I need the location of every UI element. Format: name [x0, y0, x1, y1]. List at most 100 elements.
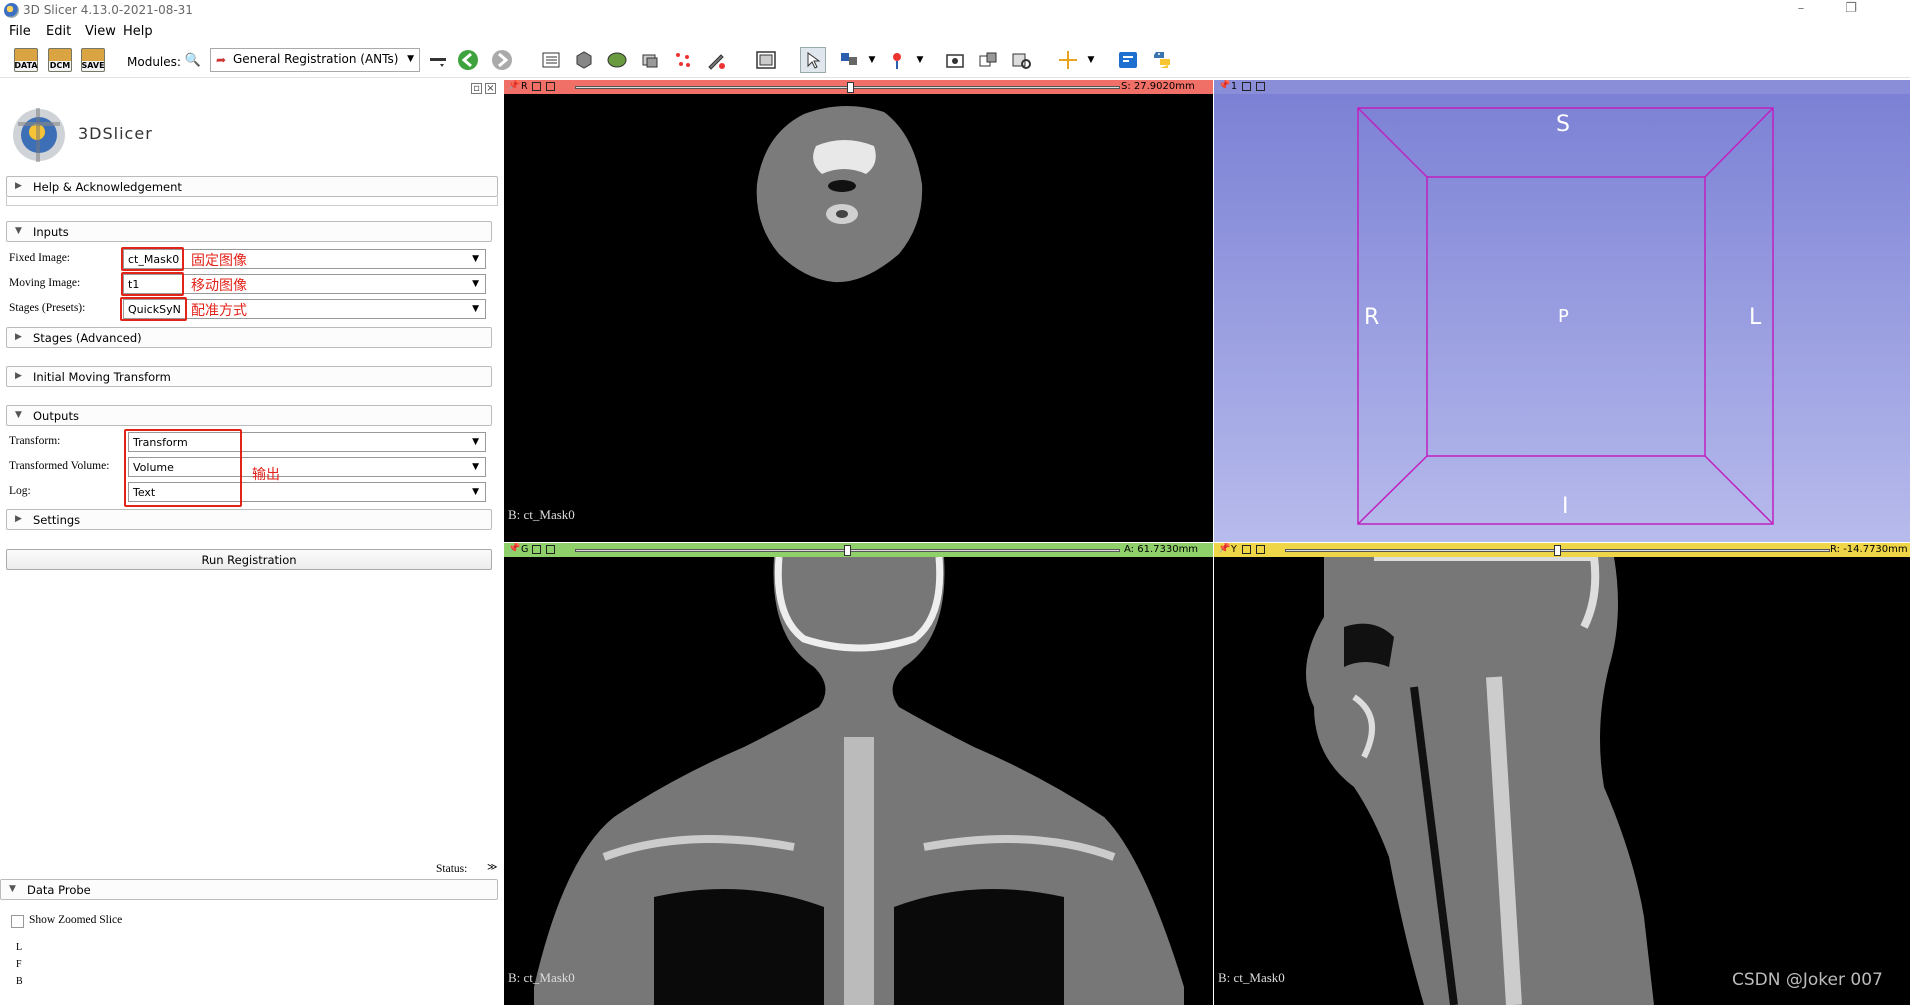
chevron-right-icon: ▶: [15, 371, 22, 381]
red-slice-offset: S: 27.9020mm: [1121, 81, 1195, 92]
initial-transform-section[interactable]: ▶ Initial Moving Transform: [6, 366, 492, 387]
extension-manager-icon[interactable]: [1115, 47, 1141, 73]
yellow-slice-offset: R: -14.7730mm: [1830, 544, 1908, 555]
chevron-down-icon: ▼: [15, 410, 22, 420]
status-label: Status:: [436, 863, 468, 875]
back-arrow-icon[interactable]: [455, 47, 481, 73]
yellow-slice-view[interactable]: 📌 Y R: -14.7730mm B: ct_Mask0 CSDN @Joke…: [1214, 543, 1910, 1005]
slicer-logo: [13, 108, 65, 162]
extension-icon[interactable]: [1008, 47, 1034, 73]
probe-row-f: F: [16, 959, 22, 970]
restore-button[interactable]: ❐: [1836, 1, 1866, 16]
help-section-body: [6, 197, 498, 206]
chevron-down-icon: ▼: [407, 54, 414, 64]
layout-icon[interactable]: [753, 47, 779, 73]
green-slice-offset: A: 61.7330mm: [1124, 544, 1199, 555]
pin-icon[interactable]: 📌: [508, 80, 520, 91]
sagittal-ct-image: [1306, 557, 1654, 1005]
python-console-icon[interactable]: [1149, 47, 1175, 73]
help-section[interactable]: ▶ Help & Acknowledgement: [6, 176, 498, 197]
menu-view[interactable]: View: [85, 24, 116, 39]
view-options-icon[interactable]: [546, 82, 555, 91]
editor-module-icon[interactable]: [703, 47, 729, 73]
link-icon[interactable]: [532, 82, 541, 91]
transform-label: Transform:: [9, 435, 61, 447]
settings-section[interactable]: ▶ Settings: [6, 509, 492, 530]
pointer-mode-icon[interactable]: [800, 47, 826, 73]
data-icon: DATA: [14, 48, 38, 72]
screenshot-icon[interactable]: [942, 47, 968, 73]
stages-advanced-section[interactable]: ▶ Stages (Advanced): [6, 327, 492, 348]
chevron-down-icon: ▼: [472, 462, 479, 472]
link-icon[interactable]: [1242, 545, 1251, 554]
status-toggle-icon[interactable]: ≫: [487, 862, 497, 873]
module-selector[interactable]: ➦ General Registration (ANTs) ▼: [210, 48, 420, 72]
menu-file[interactable]: File: [9, 24, 31, 39]
transformed-volume-label: Transformed Volume:: [9, 460, 110, 472]
link-icon[interactable]: [532, 545, 541, 554]
chevron-right-icon: ▶: [15, 332, 22, 342]
red-slider-knob[interactable]: [847, 82, 854, 93]
inputs-section[interactable]: ▼ Inputs: [6, 221, 492, 242]
crosshair-dropdown-icon[interactable]: ▼: [859, 47, 885, 73]
yellow-view-letter: Y: [1231, 544, 1237, 555]
inputs-section-label: Inputs: [33, 225, 69, 239]
modules-label: Modules:: [127, 55, 181, 69]
volumes-module-icon[interactable]: [571, 47, 597, 73]
red-slice-view[interactable]: 📌 R S: 27.9020mm B: ct_Mask0: [504, 80, 1213, 542]
probe-row-l: L: [16, 942, 23, 953]
chevron-right-icon: ▶: [15, 181, 22, 191]
show-zoomed-slice-label: Show Zoomed Slice: [29, 914, 123, 926]
dcm-icon: DCM: [48, 48, 72, 72]
view-options-icon[interactable]: [546, 545, 555, 554]
dicom-button[interactable]: DCM: [47, 47, 73, 73]
probe-row-b: B: [16, 976, 23, 987]
undock-icon[interactable]: ▫: [471, 83, 482, 94]
show-zoomed-slice-checkbox[interactable]: [11, 915, 24, 928]
chevron-down-icon: ▼: [472, 487, 479, 497]
outputs-section[interactable]: ▼ Outputs: [6, 405, 492, 426]
crosshair-options-icon[interactable]: ▼: [1078, 47, 1104, 73]
module-search-icon[interactable]: 🔍: [180, 47, 206, 73]
chevron-right-icon: ▶: [15, 514, 22, 524]
menu-edit[interactable]: Edit: [46, 24, 71, 39]
save-icon: SAVE: [81, 48, 105, 72]
data-module-icon[interactable]: [538, 47, 564, 73]
3d-view[interactable]: 📌 1 S R L P I: [1214, 80, 1910, 542]
fiducial-dropdown-icon[interactable]: ▼: [907, 47, 933, 73]
view-options-icon[interactable]: [1256, 545, 1265, 554]
slicer-logo-text: 3DSlicer: [78, 124, 153, 143]
scene-view-icon[interactable]: [975, 47, 1001, 73]
data-probe-section[interactable]: ▼ Data Probe: [0, 879, 498, 900]
run-registration-button[interactable]: Run Registration: [6, 549, 492, 570]
chevron-down-icon: ▼: [472, 304, 479, 314]
forward-arrow-icon[interactable]: [489, 47, 515, 73]
models-module-icon[interactable]: [604, 47, 630, 73]
green-slice-view[interactable]: 📌 G A: 61.7330mm B: ct_Mask0: [504, 543, 1213, 1005]
axial-ct-image: [756, 105, 923, 283]
menu-help[interactable]: Help: [123, 24, 153, 39]
settings-section-label: Settings: [33, 513, 81, 527]
transforms-module-icon[interactable]: [637, 47, 663, 73]
outputs-annotation: 输出: [252, 467, 280, 483]
green-slider-knob[interactable]: [844, 545, 851, 556]
yellow-slider-knob[interactable]: [1554, 545, 1561, 556]
yellow-view-background-label: B: ct_Mask0: [1218, 970, 1285, 985]
pin-icon[interactable]: 📌: [508, 543, 520, 554]
green-view-bar: 📌 G A: 61.7330mm: [504, 543, 1213, 557]
watermark: CSDN @Joker 007: [1732, 970, 1883, 990]
3d-label-r: R: [1364, 305, 1380, 330]
markups-module-icon[interactable]: [670, 47, 696, 73]
outputs-highlight: [124, 429, 242, 507]
module-history-icon[interactable]: [425, 47, 451, 73]
main-toolbar: DATA DCM SAVE Modules: 🔍 ➦ General Regis…: [0, 42, 1910, 78]
green-view-letter: G: [521, 544, 529, 555]
pin-icon[interactable]: 📌: [1218, 543, 1230, 554]
close-icon[interactable]: ×: [485, 83, 496, 94]
slicer-app-icon: [4, 3, 19, 18]
chevron-down-icon: ▼: [472, 279, 479, 289]
minimize-button[interactable]: –: [1786, 1, 1816, 16]
load-data-button[interactable]: DATA: [13, 47, 39, 73]
3d-label-i: I: [1562, 494, 1569, 519]
save-button[interactable]: SAVE: [80, 47, 106, 73]
